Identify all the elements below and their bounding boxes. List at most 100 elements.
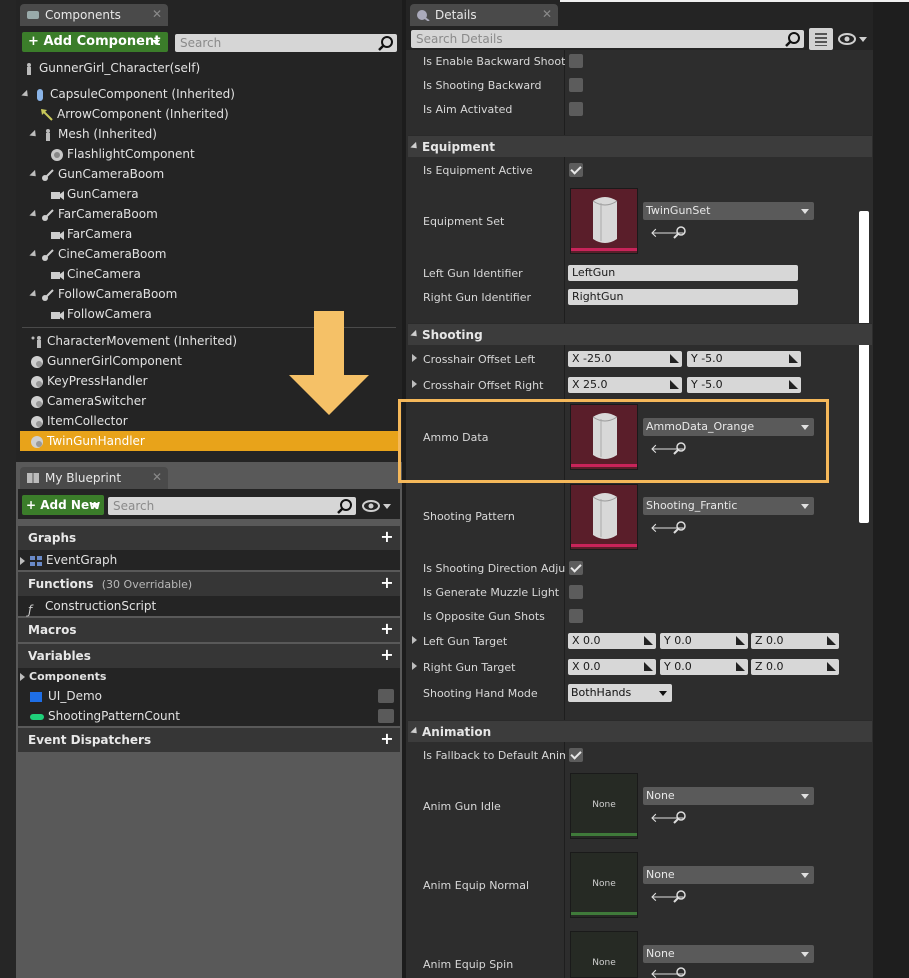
components-search-input[interactable]: Search [175,34,397,52]
collapse-icon[interactable] [410,329,420,340]
eye-visibility-icon[interactable] [378,689,394,703]
collapse-icon[interactable] [410,726,420,737]
shooting-pattern-thumbnail[interactable] [570,484,638,550]
shooting-pattern-find-icon[interactable] [673,520,687,538]
component-tree-item[interactable]: CineCameraBoom [29,244,166,264]
search-icon[interactable] [785,31,801,52]
left-gun-identifier-field[interactable]: LeftGun [568,265,798,281]
component-tree-item[interactable]: CapsuleComponent (Inherited) [21,84,235,104]
actor-component-item[interactable]: CameraSwitcher [20,391,146,411]
checkbox-is-aim-activated[interactable] [569,102,583,116]
drag-handle-icon[interactable] [827,636,836,645]
component-tree-item[interactable]: ArrowComponent (Inherited) [40,104,229,124]
search-icon[interactable] [337,498,353,519]
add-macro-plus-icon[interactable]: + [380,621,394,637]
blueprint-search-input[interactable]: Search [108,497,356,515]
equipment-set-thumbnail[interactable] [570,188,638,254]
function-item-constructionscript[interactable]: ƒ ConstructionScript [28,596,156,617]
right-target-z-field[interactable]: Z 0.0 [751,659,839,675]
anim-equip-normal-thumbnail[interactable]: None [570,852,638,918]
expand-icon[interactable] [412,636,417,644]
checkbox-is-equipment-active[interactable] [569,163,583,177]
close-icon[interactable]: ✕ [542,7,552,21]
tab-components[interactable]: Components ✕ [20,4,168,26]
equipment-set-combo[interactable]: TwinGunSet [643,202,814,220]
variable-item[interactable]: UI_Demo [30,686,396,706]
animation-category-header[interactable]: Animation [408,720,872,742]
anim-equip-spin-thumbnail[interactable]: None [570,931,638,978]
tab-details[interactable]: Details ✕ [410,4,558,26]
right-gun-identifier-field[interactable]: RightGun [568,289,798,305]
graphs-section-header[interactable]: Graphs + [18,526,400,550]
property-matrix-button[interactable] [809,28,833,50]
checkbox-is-opposite-gun-shots[interactable] [569,609,583,623]
anim-equip-spin-find-icon[interactable] [673,966,687,978]
expand-icon[interactable] [412,380,417,388]
equipment-category-header[interactable]: Equipment [408,135,872,157]
variables-section-header[interactable]: Variables + [18,644,400,668]
checkbox-is-fallback-to-default-animation[interactable] [569,748,583,762]
view-options-eye-icon[interactable] [362,498,394,517]
collapse-icon[interactable] [29,169,39,180]
component-tree-item[interactable]: FollowCamera [50,304,152,324]
component-tree-item[interactable]: FollowCameraBoom [29,284,177,304]
component-tree-item[interactable]: GunCameraBoom [29,164,164,184]
drag-handle-icon[interactable] [670,380,679,389]
component-tree-item[interactable]: Mesh (Inherited) [29,124,157,144]
shooting-category-header[interactable]: Shooting [408,323,872,345]
left-target-y-field[interactable]: Y 0.0 [660,633,748,649]
anim-equip-normal-combo[interactable]: None [643,866,814,884]
macros-section-header[interactable]: Macros + [18,618,400,642]
component-tree-item[interactable]: FarCameraBoom [29,204,158,224]
expand-icon[interactable] [412,662,417,670]
collapse-icon[interactable] [29,289,39,300]
details-search-input[interactable]: Search Details [411,30,804,48]
actor-component-item[interactable]: GunnerGirlComponent [20,351,182,371]
details-scrollbar-thumb[interactable] [859,211,869,523]
drag-handle-icon[interactable] [736,662,745,671]
checkbox-is-shooting-direction-adjusted[interactable] [569,561,583,575]
collapse-icon[interactable] [29,249,39,260]
shooting-pattern-combo[interactable]: Shooting_Frantic [643,497,814,515]
add-function-plus-icon[interactable]: + [380,575,394,591]
add-component-button[interactable]: + Add Component [22,32,168,52]
tab-my-blueprint[interactable]: My Blueprint ✕ [20,467,168,489]
component-tree-item[interactable]: GunCamera [50,184,139,204]
checkbox-is-shooting-backward[interactable] [569,78,583,92]
search-icon[interactable] [378,35,394,56]
collapse-icon[interactable] [410,141,420,152]
add-graph-plus-icon[interactable]: + [380,529,394,545]
component-tree-item[interactable]: FarCamera [50,224,132,244]
drag-handle-icon[interactable] [736,636,745,645]
crosshair-left-x-field[interactable]: X -25.0 [568,351,682,367]
functions-section-header[interactable]: Functions (30 Overridable) + [18,572,400,596]
collapse-icon[interactable] [29,129,39,140]
anim-equip-spin-combo[interactable]: None [643,945,814,963]
expand-icon[interactable] [20,556,25,565]
checkbox-is-generate-muzzle-light[interactable] [569,585,583,599]
drag-handle-icon[interactable] [789,354,798,363]
right-target-y-field[interactable]: Y 0.0 [660,659,748,675]
graph-item-eventgraph[interactable]: EventGraph [20,550,117,570]
close-icon[interactable]: ✕ [152,7,162,21]
anim-gun-idle-find-icon[interactable] [673,810,687,828]
event-dispatchers-section-header[interactable]: Event Dispatchers + [18,728,400,752]
actor-component-item-selected[interactable]: TwinGunHandler [20,431,398,451]
add-dispatcher-plus-icon[interactable]: + [380,731,394,747]
variables-components-subheader[interactable]: Components [20,667,106,687]
right-target-x-field[interactable]: X 0.0 [568,659,656,675]
shooting-hand-mode-select[interactable]: BothHands [568,684,672,702]
crosshair-right-y-field[interactable]: Y -5.0 [687,377,801,393]
drag-handle-icon[interactable] [670,354,679,363]
crosshair-left-y-field[interactable]: Y -5.0 [687,351,801,367]
eye-visibility-icon[interactable] [378,709,394,723]
expand-icon[interactable] [412,354,417,362]
left-target-x-field[interactable]: X 0.0 [568,633,656,649]
component-tree-item[interactable]: FlashlightComponent [50,144,195,164]
equipment-set-find-icon[interactable] [673,225,687,243]
variable-item[interactable]: ShootingPatternCount [30,706,396,726]
drag-handle-icon[interactable] [644,636,653,645]
anim-gun-idle-thumbnail[interactable]: None [570,773,638,839]
details-view-options-eye-icon[interactable] [838,32,870,51]
component-tree-item[interactable]: CineCamera [50,264,141,284]
